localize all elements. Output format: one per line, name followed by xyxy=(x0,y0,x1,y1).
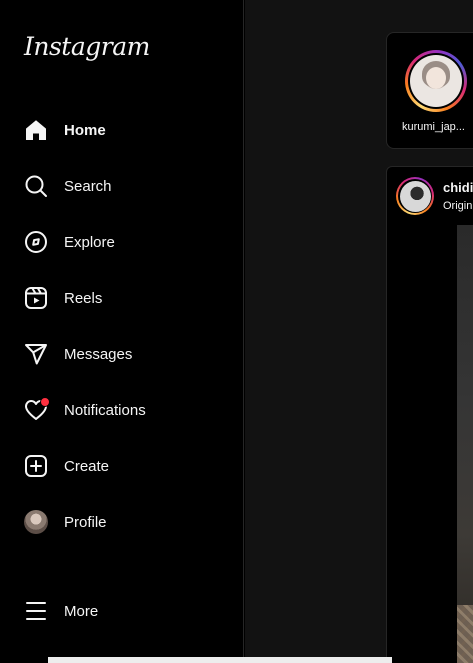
avatar xyxy=(399,180,431,212)
sidebar-item-reels[interactable]: Reels xyxy=(12,274,232,322)
sidebar-item-more[interactable]: More xyxy=(12,587,232,635)
profile-avatar xyxy=(24,510,48,534)
reels-icon xyxy=(24,286,48,310)
hamburger-menu-icon xyxy=(24,599,48,623)
compass-icon xyxy=(24,230,48,254)
sidebar-item-profile[interactable]: Profile xyxy=(12,498,232,546)
sidebar-item-label: Messages xyxy=(64,345,133,363)
post-image xyxy=(457,225,473,663)
sidebar-item-label: Search xyxy=(64,177,112,195)
sidebar-item-label: Create xyxy=(64,457,110,475)
sidebar-item-label: Explore xyxy=(64,233,115,251)
story-item[interactable] xyxy=(405,50,467,112)
heart-icon xyxy=(24,397,50,422)
instagram-app: Instagram Home Search Explore Reels Mess… xyxy=(0,0,473,663)
sidebar-item-notifications[interactable]: Notifications xyxy=(12,386,232,434)
stories-tray: kurumi_jap... xyxy=(386,32,473,149)
post-author-avatar[interactable] xyxy=(396,177,434,215)
sidebar-item-search[interactable]: Search xyxy=(12,162,232,210)
sidebar-item-label: Home xyxy=(64,121,106,139)
story-username: kurumi_jap... xyxy=(402,121,465,133)
instagram-logo[interactable]: Instagram xyxy=(24,32,150,61)
search-icon xyxy=(24,174,48,198)
sidebar-item-home[interactable]: Home xyxy=(12,106,232,154)
sidebar-item-label: More xyxy=(64,602,99,620)
home-icon xyxy=(24,118,48,142)
avatar xyxy=(24,510,48,534)
post-media[interactable] xyxy=(387,225,473,663)
bottom-scroll-bar xyxy=(48,657,392,663)
sidebar-item-explore[interactable]: Explore xyxy=(12,218,232,266)
notification-badge xyxy=(40,397,50,407)
sidebar-item-messages[interactable]: Messages xyxy=(12,330,232,378)
paper-plane-icon xyxy=(24,342,48,366)
sidebar-item-create[interactable]: Create xyxy=(12,442,232,490)
post-username[interactable]: chidi xyxy=(443,180,473,195)
sidebar-item-label: Notifications xyxy=(64,401,146,419)
post-image-detail xyxy=(457,605,473,663)
plus-square-icon xyxy=(24,454,48,478)
story-avatar xyxy=(410,55,462,107)
sidebar-item-label: Reels xyxy=(64,289,103,307)
sidebar-item-label: Profile xyxy=(64,513,107,531)
feed-post: chidi Origin xyxy=(386,166,473,663)
post-audio-label[interactable]: Origin xyxy=(443,200,472,212)
sidebar: Instagram Home Search Explore Reels Mess… xyxy=(0,0,244,663)
